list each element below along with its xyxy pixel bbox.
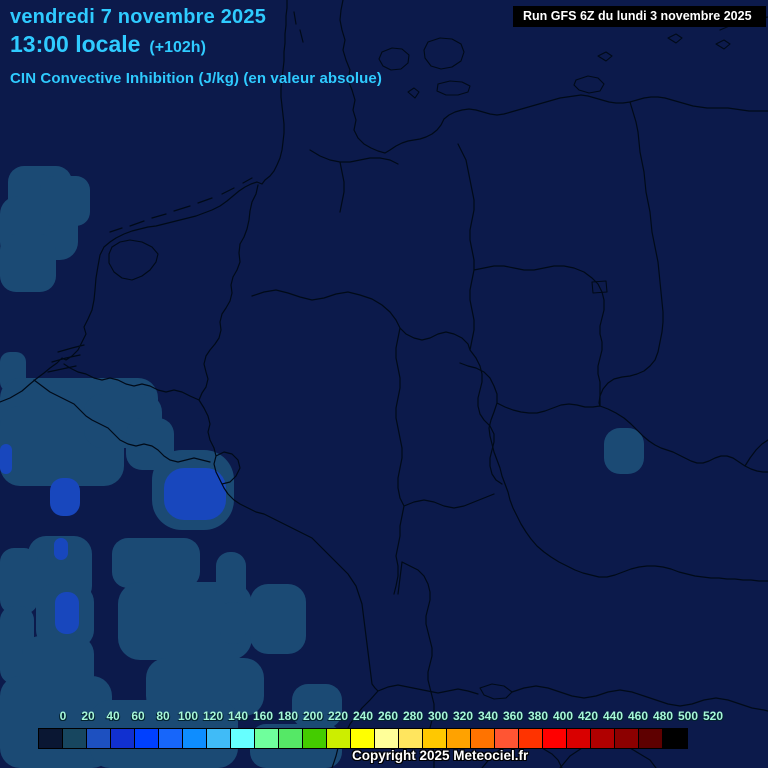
colorbar-cell-360 xyxy=(471,729,495,748)
colorbar-tick-520: 520 xyxy=(702,709,724,723)
colorbar-tick-labels: 0 20 40 60 80 100 120 140 160 180 200 220 240 260 280 3… xyxy=(0,709,768,724)
colorbar-tick-120: 120 xyxy=(202,709,224,723)
cin-patch xyxy=(604,428,644,474)
colorbar-cell-20 xyxy=(63,729,87,748)
colorbar-cell-40 xyxy=(87,729,111,748)
colorbar-cell-140 xyxy=(207,729,231,748)
colorbar-tick-340: 340 xyxy=(477,709,499,723)
colorbar-cell-480 xyxy=(615,729,639,748)
map-canvas xyxy=(0,0,768,768)
colorbar-cell-280 xyxy=(375,729,399,748)
cin-patch xyxy=(216,552,246,604)
colorbar-cell-400 xyxy=(519,729,543,748)
colorbar-tick-0: 0 xyxy=(59,709,67,723)
colorbar-cell-440 xyxy=(567,729,591,748)
cin-patch xyxy=(250,584,306,654)
parameter-title: CIN Convective Inhibition (J/kg) (en val… xyxy=(10,70,382,87)
cin-patch xyxy=(0,234,56,292)
colorbar-tick-20: 20 xyxy=(81,709,95,723)
colorbar-tick-280: 280 xyxy=(402,709,424,723)
cin-patch-strong xyxy=(55,592,79,634)
colorbar-tick-80: 80 xyxy=(156,709,170,723)
run-info-box: Run GFS 6Z du lundi 3 novembre 2025 xyxy=(513,6,766,27)
colorbar-tick-260: 260 xyxy=(377,709,399,723)
cin-patch xyxy=(0,548,38,614)
forecast-offset-label: (+102h) xyxy=(149,39,206,56)
state-borders-path xyxy=(251,143,605,768)
colorbar-tick-220: 220 xyxy=(327,709,349,723)
colorbar-tick-360: 360 xyxy=(502,709,524,723)
cin-patch xyxy=(40,176,90,226)
colorbar-cell-240 xyxy=(327,729,351,748)
cin-patch-strong xyxy=(0,444,12,474)
colorbar-cell-420 xyxy=(543,729,567,748)
colorbar-tick-60: 60 xyxy=(131,709,145,723)
colorbar-tick-500: 500 xyxy=(677,709,699,723)
colorbar-cell-500 xyxy=(639,729,663,748)
colorbar-cell-160 xyxy=(231,729,255,748)
colorbar-tick-380: 380 xyxy=(527,709,549,723)
colorbar-tick-200: 200 xyxy=(302,709,324,723)
colorbar-cell-180 xyxy=(255,729,279,748)
cin-patch-strong xyxy=(164,468,226,520)
cin-patch xyxy=(112,538,200,588)
date-label: vendredi 7 novembre 2025 xyxy=(10,6,267,28)
colorbar-tick-140: 140 xyxy=(227,709,249,723)
colorbar-tick-100: 100 xyxy=(177,709,199,723)
colorbar-tick-160: 160 xyxy=(252,709,274,723)
cin-patch-strong xyxy=(54,538,68,560)
colorbar-cell-0 xyxy=(39,729,63,748)
cin-patch-strong xyxy=(50,478,80,516)
colorbar-tick-240: 240 xyxy=(352,709,374,723)
time-row: 13:00 locale (+102h) xyxy=(10,31,382,61)
colorbar-tick-440: 440 xyxy=(602,709,624,723)
colorbar-cell-100 xyxy=(159,729,183,748)
colorbar-cell-120 xyxy=(183,729,207,748)
colorbar-tick-400: 400 xyxy=(552,709,574,723)
colorbar-tick-320: 320 xyxy=(452,709,474,723)
colorbar-cell-80 xyxy=(135,729,159,748)
colorbar-tick-420: 420 xyxy=(577,709,599,723)
colorbar-cell-520 xyxy=(663,729,687,748)
colorbar-cell-320 xyxy=(423,729,447,748)
colorbar-cell-200 xyxy=(279,729,303,748)
colorbar-tick-480: 480 xyxy=(652,709,674,723)
copyright-label: Copyright 2025 Meteociel.fr xyxy=(352,748,529,763)
colorbar-cell-300 xyxy=(399,729,423,748)
colorbar-tick-460: 460 xyxy=(627,709,649,723)
cin-patch xyxy=(220,602,246,644)
run-info-label: Run GFS 6Z du lundi 3 novembre 2025 xyxy=(523,9,752,23)
colorbar xyxy=(38,728,688,749)
colorbar-tick-40: 40 xyxy=(106,709,120,723)
colorbar-cell-340 xyxy=(447,729,471,748)
map-header: vendredi 7 novembre 2025 13:00 locale (+… xyxy=(10,4,382,87)
weather-map-page: vendredi 7 novembre 2025 13:00 locale (+… xyxy=(0,0,768,768)
colorbar-cell-220 xyxy=(303,729,327,748)
time-label: 13:00 locale xyxy=(10,31,141,57)
colorbar-cell-60 xyxy=(111,729,135,748)
colorbar-cell-260 xyxy=(351,729,375,748)
colorbar-tick-300: 300 xyxy=(427,709,449,723)
colorbar-cell-460 xyxy=(591,729,615,748)
colorbar-tick-180: 180 xyxy=(277,709,299,723)
colorbar-cell-380 xyxy=(495,729,519,748)
cin-patches-low xyxy=(0,166,644,768)
